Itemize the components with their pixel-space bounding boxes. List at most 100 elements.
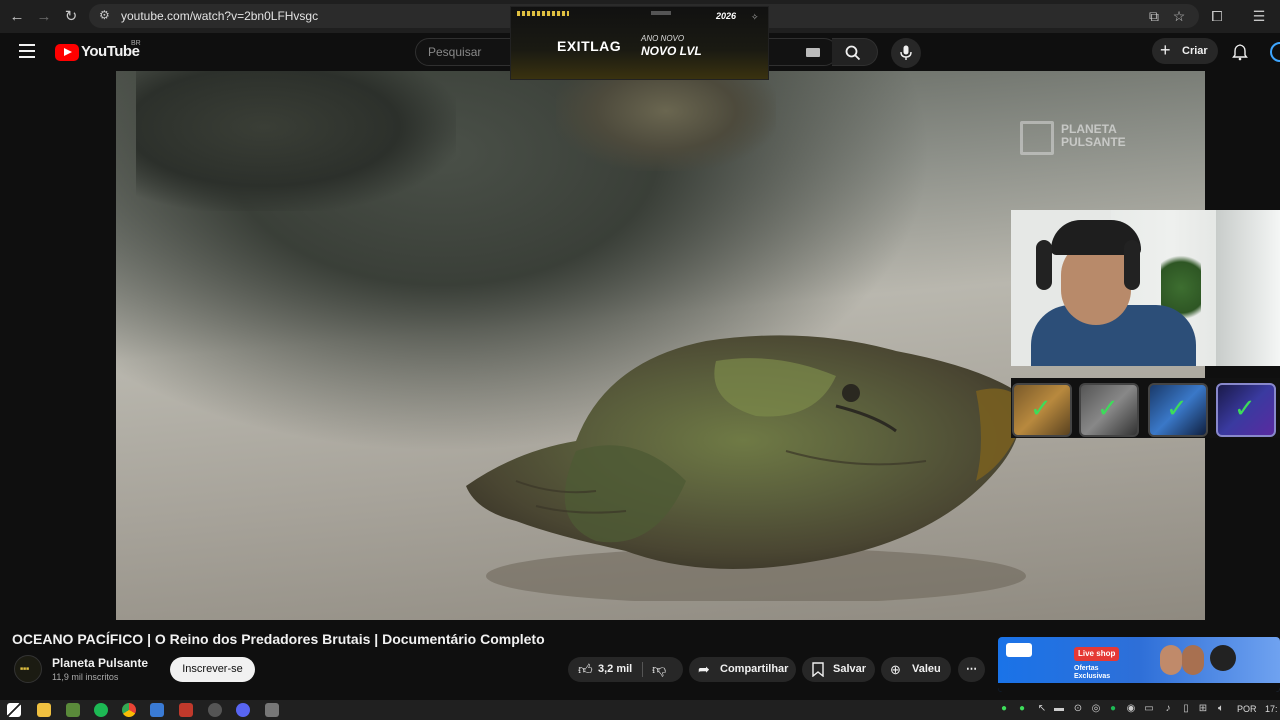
badge-1: ✓ bbox=[1012, 383, 1072, 437]
reload-icon[interactable]: ↻ bbox=[60, 6, 82, 28]
tray-arrow-icon[interactable]: ↖ bbox=[1036, 703, 1048, 715]
thumbs-down-icon[interactable]: 👎︎ bbox=[652, 657, 666, 682]
taskbar-app-icon-3[interactable] bbox=[265, 703, 279, 717]
like-divider bbox=[642, 662, 643, 677]
more-actions-icon[interactable]: ⋯ bbox=[958, 657, 985, 682]
spotify-icon[interactable] bbox=[94, 703, 108, 717]
share-label: Compartilhar bbox=[720, 663, 789, 675]
tray-icon-2[interactable]: ● bbox=[1016, 703, 1028, 715]
tray-mic-icon[interactable]: ♪ bbox=[1162, 703, 1174, 715]
ad-sparkle-icon: ✧ bbox=[751, 12, 759, 22]
exitlag-overlay-ad: 2026 ✧ EXITLAG ANO NOVO NOVO LVL bbox=[510, 6, 769, 80]
tray-icon-3[interactable]: ▬ bbox=[1053, 703, 1065, 715]
share-arrow-icon: ➦ bbox=[698, 661, 710, 677]
youtube-play-icon bbox=[55, 44, 79, 61]
site-info-icon[interactable]: ⚙ bbox=[99, 8, 110, 22]
save-button[interactable]: Salvar bbox=[802, 657, 875, 682]
hamburger-menu-icon[interactable] bbox=[19, 44, 35, 58]
live-label: Live bbox=[1078, 649, 1095, 658]
offers-text: Ofertas Exclusivas bbox=[1074, 665, 1110, 681]
taskbar-app-icon-2[interactable] bbox=[150, 703, 164, 717]
ad-brand: EXITLAG bbox=[557, 38, 622, 54]
obs-icon[interactable] bbox=[208, 703, 222, 717]
voice-search-button[interactable] bbox=[891, 38, 921, 68]
tray-icon-1[interactable]: ● bbox=[998, 703, 1010, 715]
badge-4: ✓ bbox=[1216, 383, 1276, 437]
ad-year: 2026 bbox=[716, 11, 737, 21]
channel-avatar[interactable]: ■■■ bbox=[14, 655, 42, 683]
thumbs-up-icon[interactable]: 👍︎ bbox=[578, 657, 593, 682]
promo-person-2 bbox=[1182, 645, 1204, 675]
cam-headset-left bbox=[1036, 240, 1052, 290]
menu-icon[interactable]: ☰ bbox=[1250, 7, 1268, 25]
discord-icon[interactable] bbox=[236, 703, 250, 717]
tray-icon-7[interactable]: ▭ bbox=[1143, 703, 1155, 715]
plus-icon: + bbox=[1160, 40, 1171, 60]
share-button[interactable]: ➦ Compartilhar bbox=[689, 657, 796, 682]
video-title: OCEANO PACÍFICO | O Reino dos Predadores… bbox=[12, 631, 545, 647]
super-thanks-icon: ⊕ bbox=[890, 662, 901, 677]
install-app-icon[interactable]: ⧉ bbox=[1145, 7, 1163, 25]
checkmark-icon: ✓ bbox=[1234, 393, 1256, 423]
subscriber-count: 11,9 mil inscritos bbox=[52, 672, 119, 682]
extensions-icon[interactable]: ⧠ bbox=[1208, 7, 1226, 25]
offers-line1: Ofertas bbox=[1074, 665, 1099, 672]
forward-icon[interactable]: → bbox=[33, 6, 55, 28]
badge-3: ✓ bbox=[1148, 383, 1208, 437]
streamer-webcam bbox=[1011, 210, 1280, 366]
ad-line2: NOVO LVL bbox=[641, 44, 702, 58]
promo-ninja-icon bbox=[1210, 645, 1236, 671]
promo-logo bbox=[1006, 643, 1032, 657]
region-code: BR bbox=[131, 40, 141, 47]
tray-icon-5[interactable]: ◎ bbox=[1090, 703, 1102, 715]
thanks-label: Valeu bbox=[912, 663, 941, 675]
reef-rock-2 bbox=[556, 71, 776, 171]
volume-icon[interactable]: 🔈︎ bbox=[1215, 703, 1227, 715]
ad-line1: ANO NOVO bbox=[641, 34, 685, 43]
subscribe-button[interactable]: Inscrever-se bbox=[170, 657, 255, 682]
keyboard-icon[interactable] bbox=[806, 48, 820, 57]
cam-door bbox=[1216, 210, 1280, 366]
taskbar-app-icon[interactable] bbox=[66, 703, 80, 717]
channel-avatar-mark: ■■■ bbox=[20, 666, 30, 672]
create-label: Criar bbox=[1182, 45, 1208, 57]
live-badge: Live shop bbox=[1074, 647, 1120, 661]
tray-icon-4[interactable]: ⊙ bbox=[1072, 703, 1084, 715]
ad-stripe-decoration bbox=[517, 11, 569, 16]
chrome-icon[interactable] bbox=[122, 703, 136, 717]
save-label: Salvar bbox=[833, 663, 867, 675]
back-icon[interactable]: ← bbox=[6, 6, 28, 28]
microphone-icon bbox=[900, 45, 912, 60]
channel-name[interactable]: Planeta Pulsante bbox=[52, 656, 148, 670]
search-button[interactable] bbox=[832, 38, 878, 66]
bookmark-star-icon[interactable]: ☆ bbox=[1170, 7, 1188, 25]
url-text: youtube.com/watch?v=2bn0LFHvsgc bbox=[121, 9, 319, 23]
shop-promo-banner[interactable]: Live shop Ofertas Exclusivas bbox=[998, 637, 1280, 692]
like-count[interactable]: 3,2 mil bbox=[598, 657, 632, 682]
ad-bar-decoration bbox=[651, 11, 671, 15]
news-app-icon[interactable] bbox=[179, 703, 193, 717]
clock[interactable]: 17: bbox=[1265, 704, 1278, 714]
watermark-logo-icon bbox=[1020, 121, 1054, 155]
avatar[interactable] bbox=[1270, 42, 1280, 62]
thanks-button[interactable]: ⊕ Valeu bbox=[881, 657, 951, 682]
tray-battery-icon[interactable]: ▯ bbox=[1180, 703, 1192, 715]
badge-2: ✓ bbox=[1079, 383, 1139, 437]
watermark-line2: PULSANTE bbox=[1061, 135, 1126, 149]
checkmark-icon: ✓ bbox=[1166, 393, 1188, 423]
language-indicator[interactable]: POR bbox=[1237, 704, 1257, 714]
tray-network-icon[interactable]: ⊞ bbox=[1197, 703, 1209, 715]
tray-icon-6[interactable]: ◉ bbox=[1125, 703, 1137, 715]
overlay-badges: ✓ ✓ ✓ ✓ bbox=[1011, 378, 1280, 438]
shop-label: shop bbox=[1096, 649, 1116, 658]
checkmark-icon: ✓ bbox=[1097, 393, 1119, 423]
file-explorer-icon[interactable] bbox=[37, 703, 51, 717]
search-icon bbox=[845, 45, 861, 61]
tray-spotify-icon[interactable]: ● bbox=[1107, 703, 1119, 715]
promo-person-1 bbox=[1160, 645, 1182, 675]
create-button[interactable]: + Criar bbox=[1152, 38, 1218, 64]
promo-bottom-strip bbox=[998, 683, 1280, 692]
windows-start-icon[interactable] bbox=[7, 703, 21, 717]
notifications-bell-icon[interactable] bbox=[1231, 43, 1249, 61]
offers-line2: Exclusivas bbox=[1074, 673, 1111, 680]
